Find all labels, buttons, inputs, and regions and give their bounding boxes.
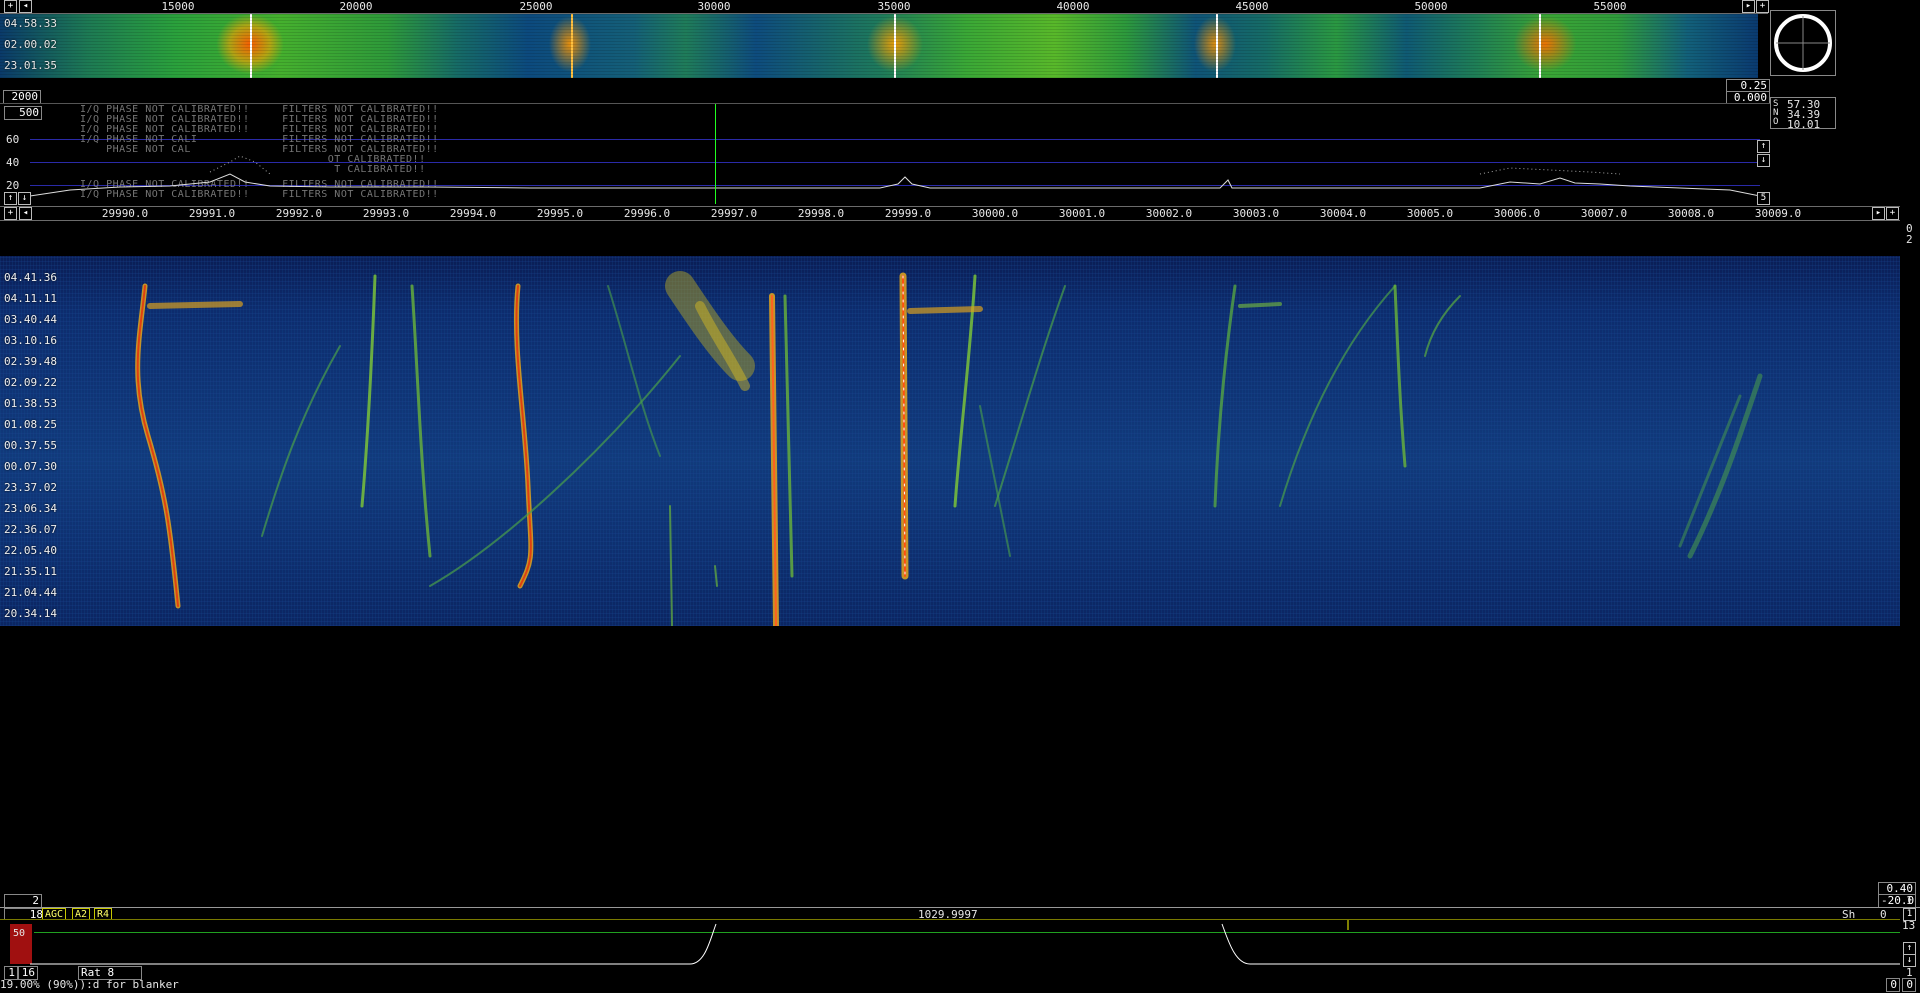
time-label: 23.37.02 <box>4 481 57 494</box>
s-meter-icon <box>1774 14 1832 72</box>
scale-tick: 15000 <box>161 0 195 13</box>
time-label: 01.08.25 <box>4 418 57 431</box>
scale-tick: 30004.0 <box>1319 207 1367 220</box>
time-label: 04.41.36 <box>4 271 57 284</box>
main-scale-right-arrow[interactable]: ▸ <box>1872 207 1885 220</box>
time-label: 23.01.35 <box>4 59 57 72</box>
time-label: 23.06.34 <box>4 502 57 515</box>
carrier-line <box>250 14 252 78</box>
scale-tick: 25000 <box>519 0 553 13</box>
top-scale-right-arrow[interactable]: ▸ <box>1742 0 1755 13</box>
time-label: 02.09.22 <box>4 376 57 389</box>
y-tick: 40 <box>6 156 20 169</box>
carrier-line <box>1216 14 1218 78</box>
bfo-filter-curve <box>30 920 1900 965</box>
time-label: 03.10.16 <box>4 334 57 347</box>
bottom-status-row: 1 16 Rat 8 19.00% (90%)):d for blanker 0… <box>0 966 1920 993</box>
main-frequency-scale[interactable]: + ◂ 29990.0 29991.0 29992.0 29993.0 2999… <box>0 206 1900 221</box>
scale-tick: 30006.0 <box>1493 207 1541 220</box>
bottom-left-box[interactable]: 2 <box>4 894 42 908</box>
time-label: 00.07.30 <box>4 460 57 473</box>
main-waterfall[interactable]: 04.41.36 04.11.11 03.40.44 03.10.16 02.3… <box>0 256 1900 626</box>
scale-tick: 55000 <box>1593 0 1627 13</box>
y-tick: 60 <box>6 133 20 146</box>
scale-tick: 45000 <box>1235 0 1269 13</box>
time-label: 21.35.11 <box>4 565 57 578</box>
time-label: 02.00.02 <box>4 38 57 51</box>
time-label: 22.36.07 <box>4 523 57 536</box>
time-label: 00.37.55 <box>4 439 57 452</box>
scale-tick: 29997.0 <box>710 207 758 220</box>
main-scale-right-arrow-2[interactable]: + <box>1886 207 1899 220</box>
y-tick: 20 <box>6 179 20 192</box>
time-label: 02.39.48 <box>4 355 57 368</box>
top-frequency-scale[interactable]: + ◂ 15000 20000 25000 30000 35000 40000 … <box>0 0 1769 14</box>
scale-tick: 30009.0 <box>1754 207 1802 220</box>
scale-tick: 50000 <box>1414 0 1448 13</box>
time-label: 01.38.53 <box>4 397 57 410</box>
scale-tick: 30003.0 <box>1232 207 1280 220</box>
time-label: 22.05.40 <box>4 544 57 557</box>
tuning-marker[interactable] <box>715 104 716 204</box>
top-scale-left-arrow-2[interactable]: ◂ <box>19 0 32 13</box>
spectrum-right-num[interactable]: 5 <box>1757 192 1770 205</box>
main-scale-left-arrow-2[interactable]: ◂ <box>19 207 32 220</box>
top-scale-right-arrow-2[interactable]: + <box>1756 0 1769 13</box>
scale-tick: 30000.0 <box>971 207 1019 220</box>
scale-tick: 30002.0 <box>1145 207 1193 220</box>
scale-tick: 29998.0 <box>797 207 845 220</box>
signal-traces <box>135 271 1763 626</box>
scale-tick: 20000 <box>339 0 373 13</box>
scale-tick: 29991.0 <box>188 207 236 220</box>
scale-tick: 30008.0 <box>1667 207 1715 220</box>
spectrum-trace <box>30 155 1760 197</box>
scale-tick: 30000 <box>697 0 731 13</box>
scale-tick: 29996.0 <box>623 207 671 220</box>
time-label: 04.58.33 <box>4 17 57 30</box>
s-meter-panel[interactable] <box>1770 10 1836 76</box>
scale-tick: 29990.0 <box>101 207 149 220</box>
control-right-b: 13 <box>1902 919 1916 932</box>
scale-tick: 29994.0 <box>449 207 497 220</box>
bottom-right-b[interactable]: 0 <box>1902 978 1916 992</box>
spectrum-right-down-arrow[interactable]: ↓ <box>1757 154 1770 167</box>
top-scale-left-arrow[interactable]: + <box>4 0 17 13</box>
scale-tick: 35000 <box>877 0 911 13</box>
scale-tick: 30005.0 <box>1406 207 1454 220</box>
carrier-line <box>894 14 896 78</box>
signal-readouts: S N O 57.30 34.39 10.01 <box>1770 97 1836 131</box>
time-label: 04.11.11 <box>4 292 57 305</box>
spectrum-panel[interactable]: 500 60 40 20 I/Q PHASE NOT CALIBRATED!! … <box>0 103 1770 205</box>
time-label: 20.34.14 <box>4 607 57 620</box>
scale-tick: 30007.0 <box>1580 207 1628 220</box>
carrier-line <box>571 14 573 78</box>
readout-value: 10.01 <box>1787 118 1821 131</box>
scale-tick: 29992.0 <box>275 207 323 220</box>
carrier-line <box>1539 14 1541 78</box>
readout-letter: O <box>1773 117 1779 127</box>
scale-tick: 29993.0 <box>362 207 410 220</box>
bottom-right-a[interactable]: 0 <box>1886 978 1900 992</box>
time-label: 03.40.44 <box>4 313 57 326</box>
top-left-readout[interactable]: 2000 <box>3 90 41 104</box>
time-label: 21.04.44 <box>4 586 57 599</box>
full-band-waterfall[interactable]: 04.58.33 02.00.02 23.01.35 <box>0 14 1758 78</box>
bottom-right-small: 1 <box>1906 894 1913 907</box>
spectrum-down-arrow[interactable]: ↓ <box>18 192 31 205</box>
blanker-status: 19.00% (90%)):d for blanker <box>0 978 179 991</box>
scale-tick: 29999.0 <box>884 207 932 220</box>
scale-tick: 30001.0 <box>1058 207 1106 220</box>
bfo-panel[interactable]: 50 ↑ ↓ <box>0 919 1916 967</box>
main-scale-right-value: 2 <box>1906 233 1913 246</box>
spectrum-up-arrow[interactable]: ↑ <box>4 192 17 205</box>
scale-tick: 40000 <box>1056 0 1090 13</box>
main-scale-left-arrow[interactable]: + <box>4 207 17 220</box>
scale-tick: 29995.0 <box>536 207 584 220</box>
spectrum-right-up-arrow[interactable]: ↑ <box>1757 140 1770 153</box>
